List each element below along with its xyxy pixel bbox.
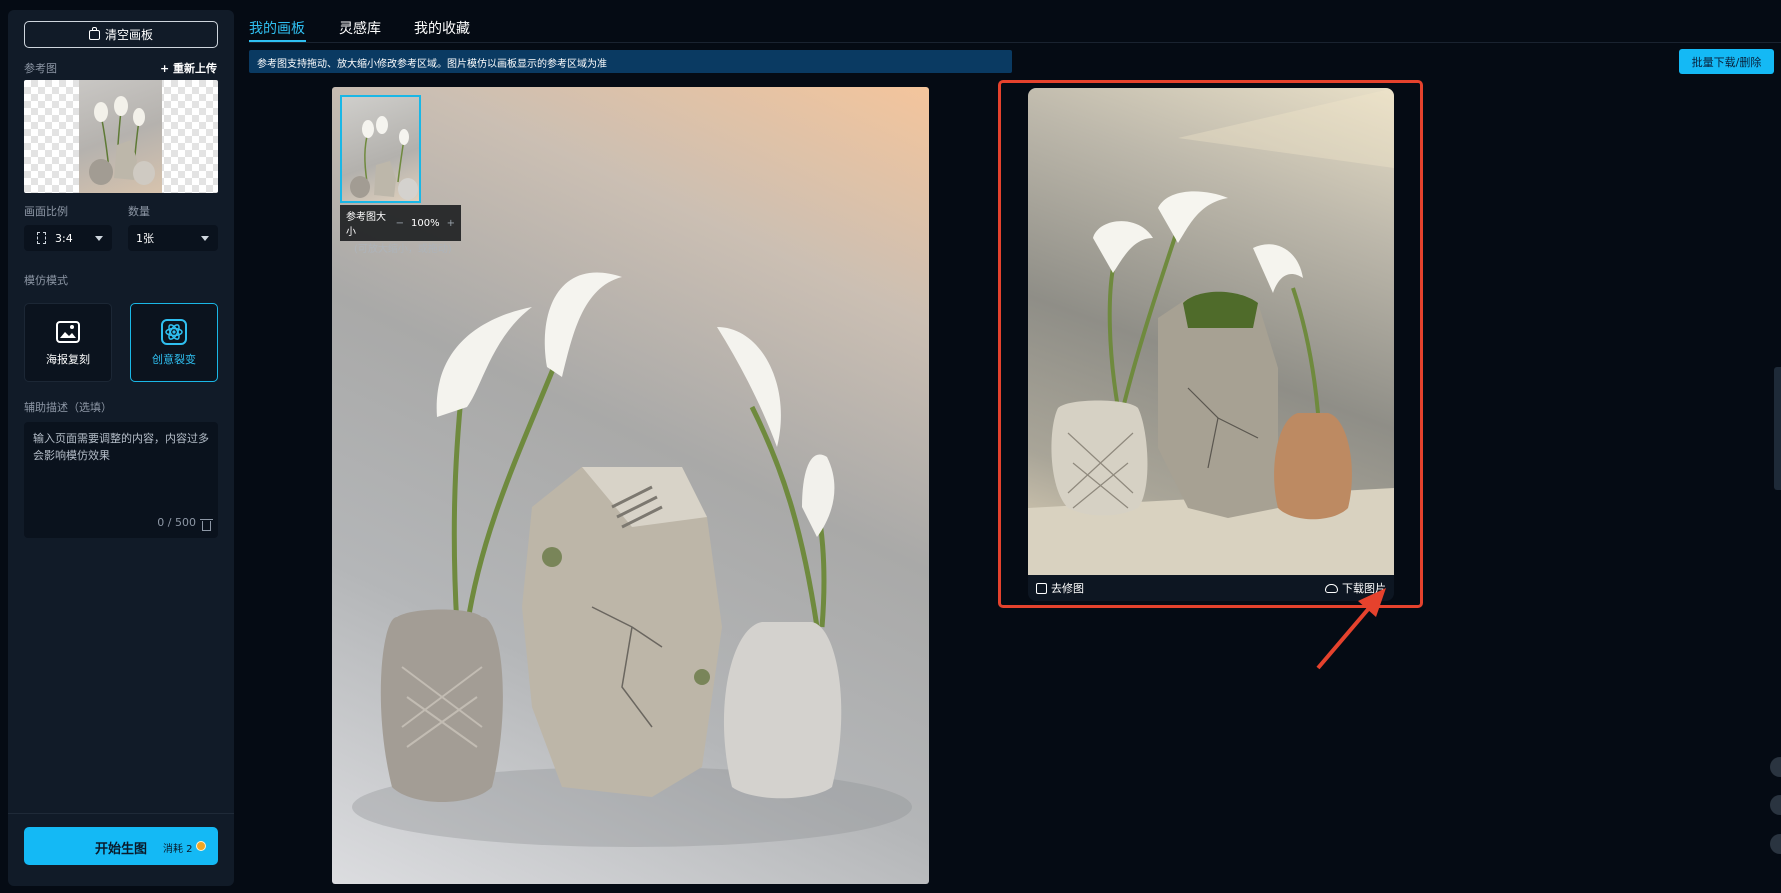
coin-icon	[196, 841, 206, 851]
edit-image-button[interactable]: 去修图	[1036, 580, 1084, 596]
scale-value: 100%	[411, 217, 440, 229]
left-sidebar: 清空画板 参考图 + 重新上传 画面比例 数量 3:4 1张 模仿模式 海报复刻…	[8, 10, 234, 886]
annotation-arrow	[1316, 588, 1386, 670]
description-placeholder: 输入页面需要调整的内容，内容过多会影响模仿效果	[33, 432, 209, 462]
result-image[interactable]	[1028, 88, 1394, 575]
side-tool-button-1[interactable]	[1770, 757, 1781, 777]
chevron-down-icon	[95, 236, 103, 241]
description-textarea[interactable]: 输入页面需要调整的内容，内容过多会影响模仿效果 0 / 500	[24, 422, 218, 538]
poster-icon	[56, 320, 80, 343]
count-select[interactable]: 1张	[128, 225, 218, 251]
description-label: 辅助描述（选填）	[24, 401, 112, 414]
reference-image-preview[interactable]	[24, 80, 218, 193]
reference-photo	[79, 80, 162, 193]
scale-label: 参考图大小	[346, 212, 386, 238]
notice-banner: 参考图支持拖动、放大缩小修改参考区域。图片模仿以画板显示的参考区域为准	[249, 50, 1012, 73]
side-tool-button-2[interactable]	[1770, 795, 1781, 815]
app-root: 清空画板 参考图 + 重新上传 画面比例 数量 3:4 1张 模仿模式 海报复刻…	[0, 0, 1781, 893]
ratio-label: 画面比例	[24, 205, 68, 218]
reference-image-label: 参考图	[24, 62, 57, 75]
zoom-out-button[interactable]: −	[396, 218, 404, 229]
scrollbar[interactable]	[1774, 367, 1781, 490]
tab-favorites[interactable]: 我的收藏	[414, 18, 470, 38]
edit-image-label: 去修图	[1051, 582, 1084, 595]
description-counter: 0 / 500	[157, 516, 196, 529]
result-card: 去修图 下载图片	[1028, 88, 1394, 601]
scale-hint: (可放大缩小，或拖动)	[354, 244, 452, 255]
ratio-select[interactable]: 3:4	[24, 225, 112, 251]
count-label: 数量	[128, 205, 150, 218]
mode-label: 模仿模式	[24, 274, 68, 287]
tabs-divider	[249, 42, 1781, 43]
mode-poster-label: 海报复刻	[46, 352, 90, 366]
start-generate-button[interactable]: 开始生图 消耗 2	[24, 827, 218, 865]
ratio-icon	[37, 232, 46, 244]
reupload-button[interactable]: + 重新上传	[160, 60, 217, 76]
clear-canvas-button[interactable]: 清空画板	[24, 21, 218, 48]
atom-icon	[161, 318, 187, 345]
broom-icon	[88, 26, 100, 40]
tab-my-canvas[interactable]: 我的画板	[249, 18, 305, 38]
mode-creative-fission[interactable]: 创意裂变	[130, 303, 218, 382]
ratio-value: 3:4	[55, 231, 73, 245]
chevron-down-icon	[201, 236, 209, 241]
mode-creative-label: 创意裂变	[152, 352, 196, 366]
batch-download-delete-button[interactable]: 批量下载/删除	[1679, 49, 1774, 74]
start-generate-label: 开始生图	[95, 842, 148, 857]
edit-icon	[1036, 582, 1047, 594]
tab-inspiration[interactable]: 灵感库	[339, 18, 381, 38]
reference-scale-control: 参考图大小 − 100% + (可放大缩小，或拖动)	[340, 205, 461, 255]
trash-icon[interactable]	[200, 519, 213, 531]
mode-poster-replicate[interactable]: 海报复刻	[24, 303, 112, 382]
side-tool-button-3[interactable]	[1770, 834, 1781, 854]
cost-label: 消耗 2	[163, 844, 193, 855]
sidebar-divider	[8, 813, 234, 814]
reference-area-thumbnail[interactable]	[340, 95, 421, 203]
clear-canvas-label: 清空画板	[104, 28, 153, 42]
zoom-in-button[interactable]: +	[447, 218, 455, 229]
count-value: 1张	[136, 232, 154, 245]
